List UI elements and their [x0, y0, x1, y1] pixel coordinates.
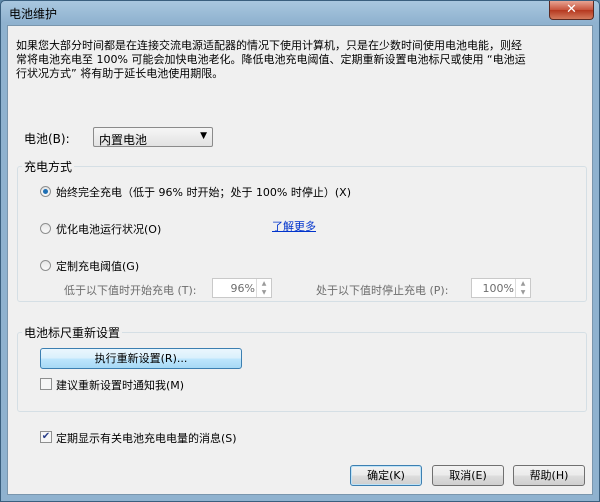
- radio-custom-threshold-label[interactable]: 定制充电阈值(G): [56, 258, 139, 274]
- execute-reset-button[interactable]: 执行重新设置(R)...: [40, 348, 242, 369]
- stepper-arrows[interactable]: ▲ ▼: [256, 279, 271, 297]
- radio-optimize-health[interactable]: [40, 223, 51, 234]
- stepper-arrows[interactable]: ▲ ▼: [515, 279, 530, 297]
- battery-label: 电池(B):: [24, 132, 70, 146]
- start-charge-value: 96%: [230, 282, 255, 295]
- start-charge-label: 低于以下值时开始充电 (T):: [64, 284, 197, 297]
- radio-custom-threshold[interactable]: [40, 260, 51, 271]
- show-messages-label[interactable]: 定期显示有关电池充电电量的消息(S): [56, 430, 237, 446]
- ok-button[interactable]: 确定(K): [350, 465, 422, 486]
- radio-optimize-health-label[interactable]: 优化电池运行状况(O): [56, 221, 161, 237]
- radio-always-full-label[interactable]: 始终完全充电（低于 96% 时开始；处于 100% 时停止）(X): [56, 184, 351, 200]
- spin-down-icon[interactable]: ▼: [516, 288, 530, 297]
- intro-text: 如果您大部分时间都是在连接交流电源适配器的情况下使用计算机，只是在少数时间使用电…: [16, 39, 586, 81]
- notify-checkbox[interactable]: [40, 378, 52, 390]
- calibration-group: [17, 332, 587, 412]
- intro-line: 如果您大部分时间都是在连接交流电源适配器的情况下使用计算机，只是在少数时间使用电…: [16, 39, 522, 52]
- stop-charge-stepper[interactable]: 100% ▲ ▼: [471, 278, 531, 298]
- spin-down-icon[interactable]: ▼: [257, 288, 271, 297]
- stop-charge-label: 处于以下值时停止充电 (P):: [316, 284, 449, 297]
- start-charge-stepper[interactable]: 96% ▲ ▼: [212, 278, 272, 298]
- intro-line: 行状况方式” 将有助于延长电池使用期限。: [16, 67, 224, 80]
- help-button[interactable]: 帮助(H): [513, 465, 585, 486]
- charge-mode-title: 充电方式: [22, 158, 75, 175]
- stop-charge-value: 100%: [482, 282, 514, 295]
- spin-up-icon[interactable]: ▲: [257, 279, 271, 288]
- title-bar[interactable]: 电池维护 ✕: [1, 1, 599, 25]
- window-title: 电池维护: [9, 7, 58, 21]
- calibration-title: 电池标尺重新设置: [22, 324, 123, 341]
- cancel-button[interactable]: 取消(E): [432, 465, 504, 486]
- battery-maintenance-dialog: 电池维护 ✕ 如果您大部分时间都是在连接交流电源适配器的情况下使用计算机，只是在…: [0, 0, 600, 502]
- show-messages-checkbox[interactable]: ✔: [40, 431, 52, 443]
- battery-select[interactable]: 内置电池 ▼: [93, 127, 213, 147]
- radio-always-full[interactable]: [40, 186, 51, 197]
- notify-checkbox-label[interactable]: 建议重新设置时通知我(M): [56, 377, 184, 393]
- battery-select-value: 内置电池: [99, 133, 148, 147]
- spin-up-icon[interactable]: ▲: [516, 279, 530, 288]
- close-icon[interactable]: ✕: [549, 1, 594, 20]
- learn-more-link[interactable]: 了解更多: [272, 218, 316, 234]
- chevron-down-icon: ▼: [200, 131, 207, 141]
- dialog-body: 如果您大部分时间都是在连接交流电源适配器的情况下使用计算机，只是在少数时间使用电…: [7, 25, 593, 495]
- intro-line: 常将电池充电至 100% 可能会加快电池老化。降低电池充电阈值、定期重新设置电池…: [16, 53, 526, 66]
